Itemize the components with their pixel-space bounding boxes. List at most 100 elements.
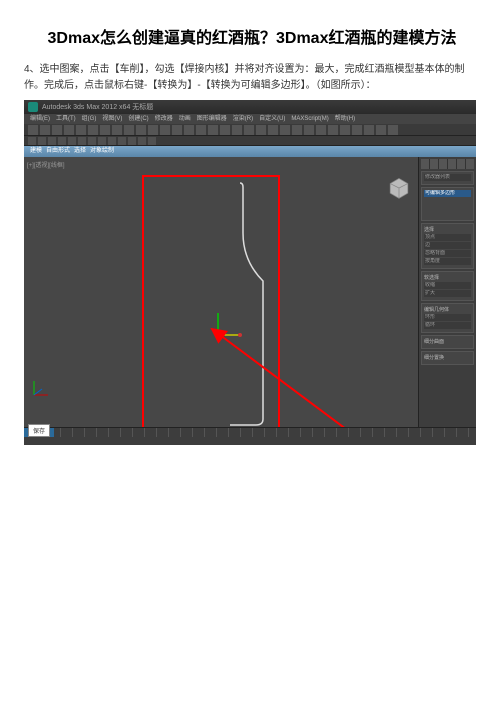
tool-icon[interactable] [88,137,96,145]
ribbon-tab[interactable]: 自由形式 [46,146,70,157]
param-row[interactable]: 顶点 [424,234,471,241]
timeline-ruler[interactable] [24,428,476,437]
menu-anim[interactable]: 动画 [179,114,191,124]
tool-icon[interactable] [98,137,106,145]
param-row[interactable]: 按角度 [424,258,471,265]
param-row[interactable]: 忽略背面 [424,250,471,257]
panel-tabs[interactable] [421,159,474,169]
tool-icon[interactable] [328,125,338,135]
rollout-header[interactable]: 细分曲面 [424,338,471,345]
param-row[interactable]: 循环 [424,322,471,329]
tool-icon[interactable] [78,137,86,145]
tool-icon[interactable] [48,137,56,145]
param-row[interactable]: 边 [424,242,471,249]
tool-icon[interactable] [58,137,66,145]
modifier-list[interactable]: 修改器列表 [424,174,471,181]
tool-icon[interactable] [340,125,350,135]
command-panel[interactable]: 修改器列表 可编辑多边形 选择 顶点 边 忽略背面 按角度 软选择 收缩 扩大 [418,157,476,427]
tool-icon[interactable] [112,125,122,135]
viewport[interactable]: [+][透视][线框] [24,157,418,427]
rollout-header[interactable]: 选择 [424,226,471,233]
tool-icon[interactable] [28,137,36,145]
tool-icon[interactable] [148,125,158,135]
tool-icon[interactable] [352,125,362,135]
tool-icon[interactable] [376,125,386,135]
menu-edit[interactable]: 编辑(E) [30,114,50,124]
tool-icon[interactable] [64,125,74,135]
menu-render[interactable]: 渲染(R) [233,114,253,124]
main-toolbar[interactable] [24,124,476,136]
timeline[interactable] [24,427,476,445]
tool-icon[interactable] [196,125,206,135]
tool-icon[interactable] [160,125,170,135]
menu-tools[interactable]: 工具(T) [56,114,76,124]
article-title: 3Dmax怎么创建逼真的红酒瓶？3Dmax红酒瓶的建模方法 [24,24,480,48]
save-button[interactable]: 保存 [28,424,50,437]
menubar[interactable]: 编辑(E) 工具(T) 组(G) 视图(V) 创建(C) 修改器 动画 图形编辑… [24,114,476,124]
stack-item[interactable]: 可编辑多边形 [424,190,471,197]
tab-icon[interactable] [439,159,447,169]
tool-icon[interactable] [68,137,76,145]
titlebar: Autodesk 3ds Max 2012 x64 无标题 [24,100,476,114]
tab-icon[interactable] [430,159,438,169]
step-text: 4、选中图案，点击【车削】，勾选【焊接内核】并将对齐设置为：最大，完成红酒瓶模型… [24,62,480,94]
tool-icon[interactable] [388,125,398,135]
tool-icon[interactable] [38,137,46,145]
menu-script[interactable]: MAXScript(M) [291,114,328,124]
ribbon-tab[interactable]: 选择 [74,146,86,157]
tab-icon[interactable] [457,159,465,169]
tool-icon[interactable] [40,125,50,135]
param-row[interactable]: 环形 [424,314,471,321]
tool-icon[interactable] [316,125,326,135]
tab-icon[interactable] [466,159,474,169]
tool-icon[interactable] [220,125,230,135]
tab-icon[interactable] [421,159,429,169]
tool-icon[interactable] [280,125,290,135]
menu-modifiers[interactable]: 修改器 [155,114,173,124]
world-axis-icon [30,377,52,399]
tool-icon[interactable] [304,125,314,135]
rollout-header[interactable]: 编辑几何体 [424,306,471,313]
tool-icon[interactable] [208,125,218,135]
tool-icon[interactable] [88,125,98,135]
tool-icon[interactable] [128,137,136,145]
screenshot: Autodesk 3ds Max 2012 x64 无标题 编辑(E) 工具(T… [24,100,476,445]
tool-icon[interactable] [138,137,146,145]
tool-icon[interactable] [124,125,134,135]
ribbon-tab[interactable]: 对象绘制 [90,146,114,157]
tool-icon[interactable] [148,137,156,145]
tool-icon[interactable] [256,125,266,135]
viewcube-icon[interactable] [388,177,410,199]
menu-help[interactable]: 帮助(H) [335,114,355,124]
app-title: Autodesk 3ds Max 2012 x64 无标题 [42,102,153,112]
tool-icon[interactable] [118,137,126,145]
param-row[interactable]: 收缩 [424,282,471,289]
tool-icon[interactable] [136,125,146,135]
ribbon-tab[interactable]: 建模 [30,146,42,157]
viewport-label: [+][透视][线框] [27,160,65,169]
menu-view[interactable]: 视图(V) [102,114,122,124]
app-icon [28,102,38,112]
rollout-header[interactable]: 软选择 [424,274,471,281]
tool-icon[interactable] [76,125,86,135]
menu-group[interactable]: 组(G) [82,114,97,124]
secondary-toolbar[interactable] [24,136,476,146]
rollout-header[interactable]: 细分置换 [424,354,471,361]
tool-icon[interactable] [52,125,62,135]
menu-graph[interactable]: 图形编辑器 [197,114,227,124]
tool-icon[interactable] [292,125,302,135]
param-row[interactable]: 扩大 [424,290,471,297]
tool-icon[interactable] [232,125,242,135]
tool-icon[interactable] [268,125,278,135]
ribbon[interactable]: 建模 自由形式 选择 对象绘制 [24,146,476,157]
tool-icon[interactable] [28,125,38,135]
menu-create[interactable]: 创建(C) [128,114,148,124]
menu-custom[interactable]: 自定义(U) [259,114,285,124]
tool-icon[interactable] [172,125,182,135]
tool-icon[interactable] [244,125,254,135]
tool-icon[interactable] [184,125,194,135]
tab-icon[interactable] [448,159,456,169]
tool-icon[interactable] [364,125,374,135]
tool-icon[interactable] [108,137,116,145]
tool-icon[interactable] [100,125,110,135]
